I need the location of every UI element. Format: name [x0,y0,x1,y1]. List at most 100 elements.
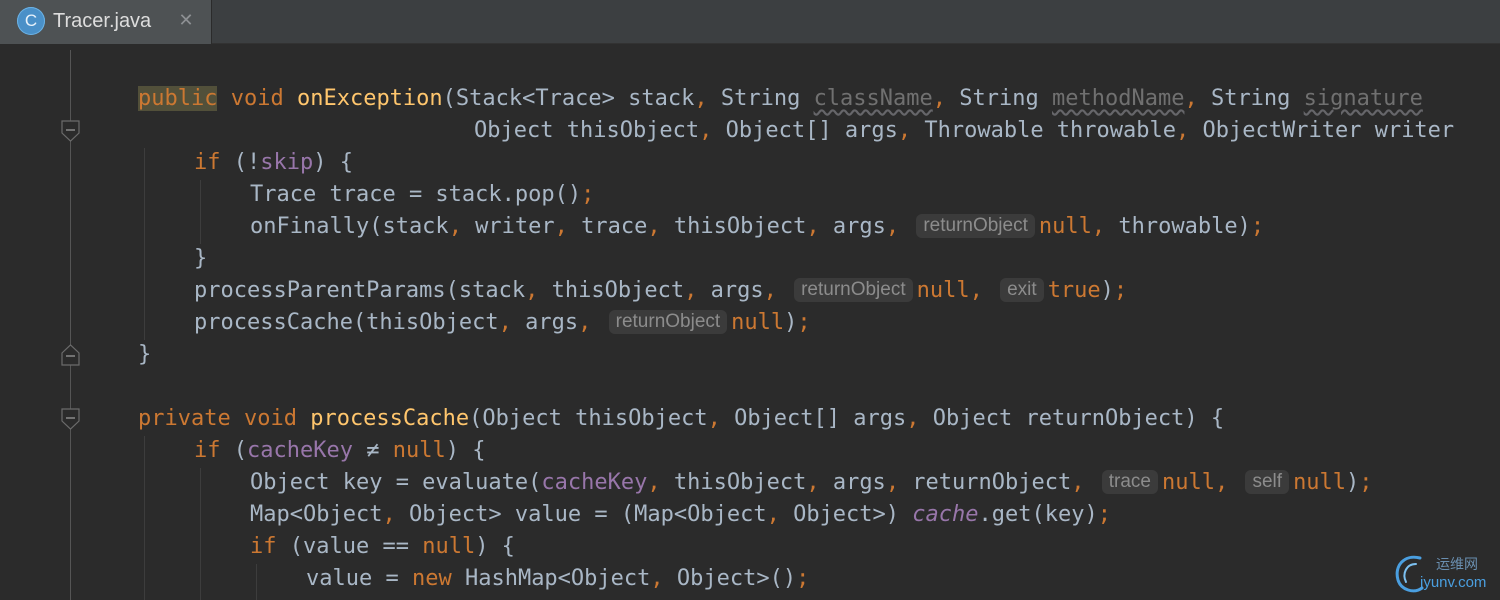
code-token: , [684,278,698,303]
code-token: Object>) [779,502,913,527]
code-token: thisObject [660,214,807,239]
code-token: , [578,310,592,335]
code-line[interactable]: if (!skip) { [194,147,353,179]
code-token: .get(key) [978,502,1098,527]
code-token: Object key = evaluate( [250,470,542,495]
code-token: , [885,214,900,239]
code-token: args [511,310,579,335]
code-token: , [554,214,568,239]
code-editor[interactable]: public void onException(Stack<Trace> sta… [0,0,1500,600]
code-token: cache [912,502,979,527]
code-line[interactable]: private void processCache(Object thisObj… [138,403,1224,435]
code-token: null [1293,470,1347,495]
code-token: true [1047,278,1101,303]
code-token: String [946,86,1052,111]
code-token: writer [461,214,555,239]
code-token: Object thisObject [474,118,700,143]
code-token: thisObject [538,278,685,303]
code-token: , [1214,470,1229,495]
watermark-logo: 运维网 iyunv.com [1390,548,1498,598]
parameter-hint: exit [1000,278,1044,302]
code-line[interactable]: Map<Object, Object> value = (Map<Object,… [250,499,1111,531]
code-token: Throwable throwable [911,118,1177,143]
code-token: ( [220,438,247,463]
code-line[interactable]: Trace trace = stack.pop(); [250,179,594,211]
code-token: Trace trace = stack.pop() [250,182,582,207]
code-token: , [448,214,462,239]
code-token: String [1197,86,1304,111]
code-token: , [650,566,664,591]
code-token: , [763,278,777,303]
indent-guide [200,468,201,600]
code-token: className [813,86,933,111]
parameter-hint: returnObject [794,278,913,302]
code-token: ; [581,182,595,207]
watermark-text-en: iyunv.com [1420,574,1487,591]
code-token: Object[] args [712,118,898,143]
code-token: onFinally(stack [250,214,449,239]
code-token: args [819,214,886,239]
code-token: void [243,406,297,431]
code-token: } [194,246,208,271]
code-token: ; [1097,502,1111,527]
code-token: signature [1303,86,1423,111]
code-line[interactable]: } [138,339,151,371]
code-token: , [699,118,713,143]
code-token: returnObject [899,470,1072,495]
code-token: ; [1250,214,1265,239]
code-line[interactable]: value = new HashMap<Object, Object>(); [306,563,809,595]
code-token: cacheKey [247,438,353,463]
code-token: methodName [1052,86,1185,111]
code-token: ) { [313,150,353,175]
code-token: , [1071,470,1085,495]
code-token: ) [784,310,798,335]
indent-guide [200,180,201,244]
code-token: (! [220,150,261,175]
code-token: trace [567,214,648,239]
parameter-hint: returnObject [916,214,1035,238]
code-token: thisObject [660,470,807,495]
code-line[interactable]: onFinally(stack, writer, trace, thisObje… [250,211,1264,243]
code-line[interactable]: processCache(thisObject, args, returnObj… [194,307,811,339]
code-token: , [969,278,983,303]
code-token: processParentParams(stack [194,278,526,303]
code-token: ) { [445,438,486,463]
code-token: HashMap<Object [451,566,651,591]
code-token: args [819,470,886,495]
code-line[interactable]: if (cacheKey ≠ null) { [194,435,485,467]
indent-guide [144,148,145,340]
code-token: Object> value = (Map<Object [395,502,767,527]
code-token: if [194,150,221,175]
code-token: , [525,278,539,303]
code-token: (Object thisObject [469,406,708,431]
code-token: , [766,502,780,527]
code-token: null [1162,470,1215,495]
indent-guide [144,436,145,600]
code-token: Map<Object [250,502,383,527]
code-line[interactable]: if (value == null) { [250,531,515,563]
code-token: ; [796,566,810,591]
parameter-hint: self [1245,470,1290,494]
code-line[interactable]: processParentParams(stack, thisObject, a… [194,275,1127,307]
code-line[interactable]: Object key = evaluate(cacheKey, thisObje… [250,467,1373,499]
code-token: null [916,278,970,303]
code-line[interactable]: Object thisObject, Object[] args, Throwa… [474,115,1454,147]
code-token: if [194,438,221,463]
code-token: ) [1100,278,1114,303]
code-token: ) [1346,470,1360,495]
code-token: , [897,118,912,143]
code-line[interactable]: public void onException(Stack<Trace> sta… [138,83,1423,115]
code-token: Object[] args [720,406,907,431]
code-token: skip [260,150,314,175]
code-line[interactable]: } [194,243,207,275]
code-token: ≠ [352,438,393,463]
code-token: , [1091,214,1106,239]
code-token: , [806,470,820,495]
indent-guide [256,564,257,600]
code-token: Object returnObject) { [919,406,1225,431]
code-token: ) { [475,534,515,559]
